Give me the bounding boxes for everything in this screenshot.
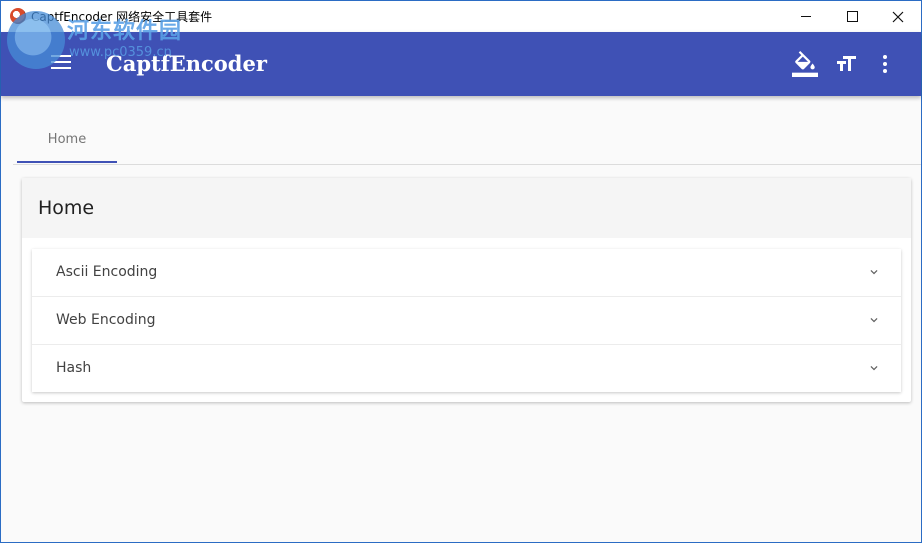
- active-tab-indicator: [17, 161, 117, 163]
- panel-hash[interactable]: Hash: [32, 345, 901, 393]
- window-title: CaptfEncoder 网络安全工具套件: [31, 10, 213, 24]
- card-header: Home: [22, 178, 911, 238]
- panel-ascii-encoding[interactable]: Ascii Encoding: [32, 249, 901, 297]
- tab-home[interactable]: Home: [17, 116, 117, 163]
- chevron-down-icon[interactable]: [867, 361, 881, 375]
- text-size-button[interactable]: [832, 50, 860, 78]
- panel-label: Web Encoding: [56, 312, 156, 328]
- close-icon: [892, 11, 904, 22]
- panel-label: Ascii Encoding: [56, 264, 158, 280]
- more-vert-icon: [883, 55, 887, 73]
- menu-icon[interactable]: [51, 55, 72, 71]
- panel-label: Hash: [56, 360, 92, 376]
- chevron-down-icon[interactable]: [867, 265, 881, 279]
- maximize-icon: [846, 11, 858, 22]
- close-button[interactable]: [875, 1, 921, 32]
- chevron-down-icon[interactable]: [867, 313, 881, 327]
- tab-bar: Home: [13, 116, 921, 165]
- window-titlebar: CaptfEncoder 网络安全工具套件: [1, 1, 921, 32]
- theme-color-button[interactable]: [791, 50, 819, 78]
- home-card: Home Ascii Encoding Web Encoding Hash: [22, 178, 911, 402]
- minimize-icon: [801, 16, 811, 17]
- text-size-icon: [837, 56, 856, 71]
- panel-web-encoding[interactable]: Web Encoding: [32, 297, 901, 345]
- paint-bucket-icon: [792, 51, 818, 77]
- expansion-panel-list: Ascii Encoding Web Encoding Hash: [32, 249, 901, 392]
- card-title: Home: [38, 197, 95, 219]
- minimize-button[interactable]: [783, 1, 829, 32]
- app-toolbar: CaptfEncoder: [1, 32, 921, 96]
- more-options-button[interactable]: [871, 50, 899, 78]
- app-logo-icon: [10, 8, 26, 24]
- app-title: CaptfEncoder: [106, 51, 267, 76]
- maximize-button[interactable]: [829, 1, 875, 32]
